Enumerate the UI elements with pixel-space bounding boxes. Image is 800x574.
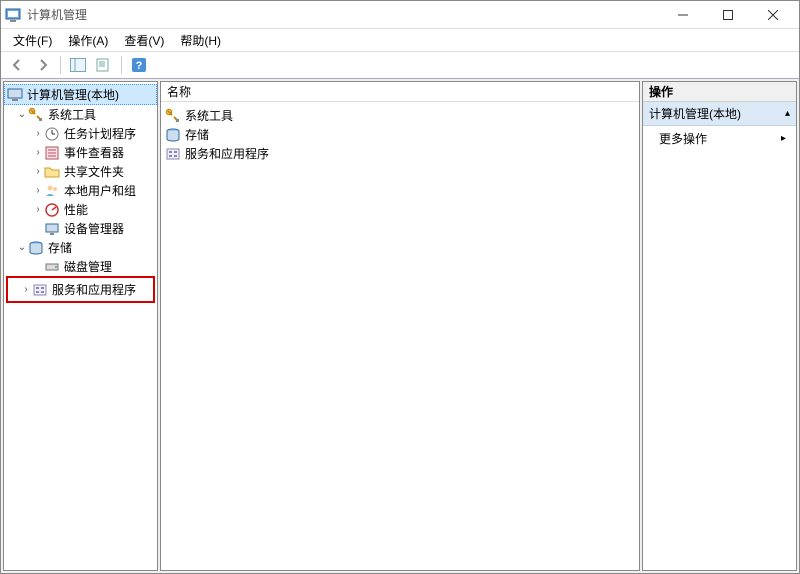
toolbar-separator [60,56,61,74]
tree-root[interactable]: 计算机管理(本地) [4,84,157,105]
nav-forward-button[interactable] [31,54,55,76]
chevron-right-icon[interactable]: › [32,147,44,158]
tree: 计算机管理(本地) ⌄ 系统工具 › 任务计划程序 › [4,82,157,305]
tree-label: 任务计划程序 [64,125,136,142]
help-button[interactable]: ? [127,54,151,76]
chevron-right-icon[interactable]: › [32,185,44,196]
tree-panel: 计算机管理(本地) ⌄ 系统工具 › 任务计划程序 › [3,81,158,571]
chevron-down-icon[interactable]: ⌄ [16,109,28,120]
folder-share-icon [44,164,60,180]
menu-action[interactable]: 操作(A) [60,30,116,51]
tree-item-disk-management[interactable]: 磁盘管理 [4,257,157,276]
tools-icon [165,108,181,124]
event-log-icon [44,145,60,161]
actions-context-header[interactable]: 计算机管理(本地) ▴ [643,102,796,126]
collapse-icon: ▴ [785,108,790,119]
menu-file[interactable]: 文件(F) [5,30,60,51]
list-item[interactable]: 服务和应用程序 [163,144,637,163]
tree-item-storage[interactable]: ⌄ 存储 [4,238,157,257]
actions-more-label: 更多操作 [659,130,707,147]
tree-label: 存储 [48,239,72,256]
toolbar: ? [1,51,799,79]
tree-label: 共享文件夹 [64,163,124,180]
actions-panel: 操作 计算机管理(本地) ▴ 更多操作 ▸ [642,81,797,571]
tree-label: 事件查看器 [64,144,124,161]
menubar: 文件(F) 操作(A) 查看(V) 帮助(H) [1,29,799,51]
tree-item-event-viewer[interactable]: › 事件查看器 [4,143,157,162]
tree-item-performance[interactable]: › 性能 [4,200,157,219]
list-item-label: 存储 [185,126,209,143]
window-controls [660,1,795,29]
tree-label: 系统工具 [48,106,96,123]
clock-icon [44,126,60,142]
tree-label: 磁盘管理 [64,258,112,275]
nav-back-button[interactable] [5,54,29,76]
list-item[interactable]: 系统工具 [163,106,637,125]
users-icon [44,183,60,199]
submenu-arrow-icon: ▸ [781,133,786,144]
disk-icon [44,259,60,275]
list-item-label: 系统工具 [185,107,233,124]
chevron-right-icon[interactable]: › [20,284,32,295]
storage-icon [165,127,181,143]
chevron-down-icon[interactable]: ⌄ [16,242,28,253]
tree-item-task-scheduler[interactable]: › 任务计划程序 [4,124,157,143]
tree-label: 性能 [64,201,88,218]
main-area: 计算机管理(本地) ⌄ 系统工具 › 任务计划程序 › [1,79,799,573]
list-item-label: 服务和应用程序 [185,145,269,162]
services-icon [32,282,48,298]
close-button[interactable] [750,1,795,29]
minimize-button[interactable] [660,1,705,29]
chevron-right-icon[interactable]: › [32,128,44,139]
computer-icon [7,87,23,103]
tree-item-device-manager[interactable]: 设备管理器 [4,219,157,238]
performance-icon [44,202,60,218]
properties-button[interactable] [92,54,116,76]
titlebar: 计算机管理 [1,1,799,29]
actions-header-label: 操作 [649,83,673,100]
tree-label: 服务和应用程序 [52,281,136,298]
toolbar-separator [121,56,122,74]
show-hide-tree-button[interactable] [66,54,90,76]
tools-icon [28,107,44,123]
tree-item-system-tools[interactable]: ⌄ 系统工具 [4,105,157,124]
actions-more-link[interactable]: 更多操作 ▸ [643,126,796,151]
tree-item-local-users[interactable]: › 本地用户和组 [4,181,157,200]
tree-root-label: 计算机管理(本地) [27,86,119,103]
list-panel: 名称 系统工具 存储 服务和应用程序 [160,81,640,571]
services-icon [165,146,181,162]
chevron-right-icon[interactable]: › [32,166,44,177]
column-header-label: 名称 [167,83,191,100]
list-item[interactable]: 存储 [163,125,637,144]
window-title: 计算机管理 [27,6,660,23]
chevron-right-icon[interactable]: › [32,204,44,215]
actions-header: 操作 [643,82,796,102]
menu-view[interactable]: 查看(V) [116,30,172,51]
tree-item-shared-folders[interactable]: › 共享文件夹 [4,162,157,181]
maximize-button[interactable] [705,1,750,29]
device-icon [44,221,60,237]
highlighted-region: › 服务和应用程序 [6,276,155,303]
tree-label: 本地用户和组 [64,182,136,199]
app-icon [5,7,21,23]
actions-context-label: 计算机管理(本地) [649,105,741,122]
list-body: 系统工具 存储 服务和应用程序 [161,102,639,167]
tree-item-services-apps[interactable]: › 服务和应用程序 [8,280,153,299]
list-column-header-name[interactable]: 名称 [161,82,639,102]
tree-label: 设备管理器 [64,220,124,237]
storage-icon [28,240,44,256]
menu-help[interactable]: 帮助(H) [172,30,229,51]
svg-text:?: ? [136,60,143,72]
